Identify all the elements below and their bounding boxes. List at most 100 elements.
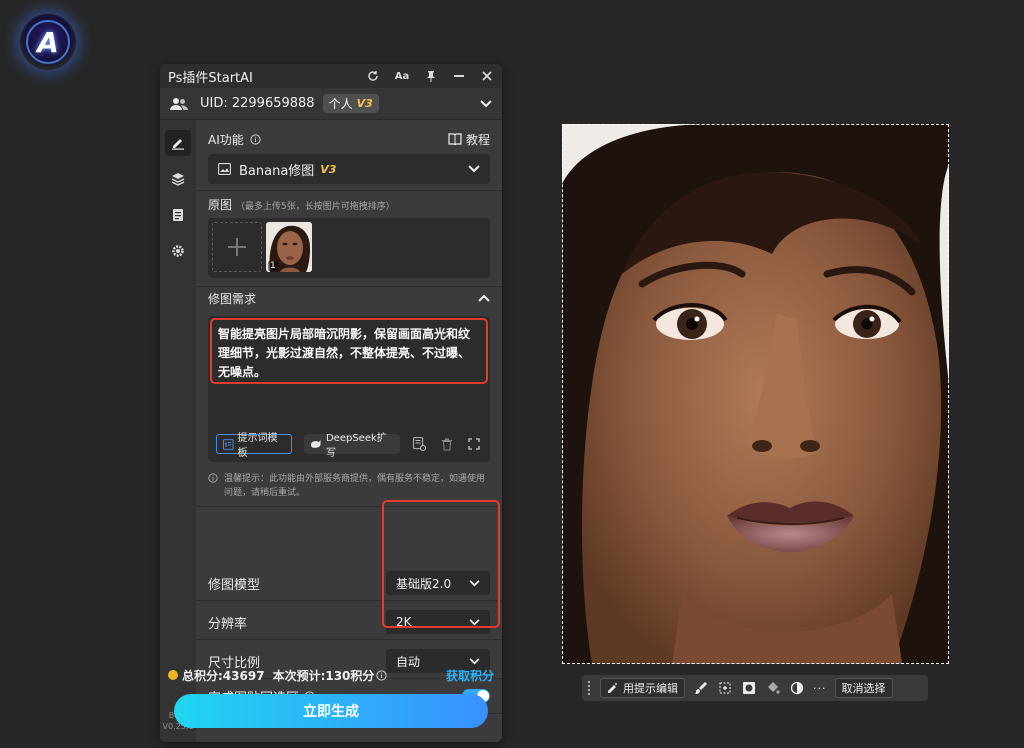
image-icon [218,163,231,175]
notes-icon [173,209,183,221]
image-upload-area: 1 [208,218,490,278]
divider [196,506,502,507]
service-notice: 温馨提示：此功能由外部服务商提供，偶有服务不稳定，如遇使用问题，请稍后重试。 [208,472,490,500]
requirement-textarea[interactable]: 智能提亮图片局部暗沉阴影，保留画面高光和纹理细节，光影过渡自然，不整体提亮、不过… [210,318,488,384]
deepseek-expand-label: DeepSeek扩写 [325,433,387,459]
info-icon [208,473,218,483]
deepseek-expand-button[interactable]: DeepSeek扩写 [304,433,400,459]
mask-icon[interactable] [741,680,757,696]
more-options-icon[interactable]: ··· [813,682,827,695]
magic-pencil-icon [608,682,618,693]
whale-icon [311,440,322,448]
font-size-icon[interactable]: Aa [394,69,410,83]
original-image-label: 原图 [208,198,233,212]
prompt-template-label: 提示词模板 [237,433,278,459]
divider [196,286,502,287]
points-bar: 总积分:43697 本次预计:130积分 获取积分 [160,664,502,686]
model-row: 修图模型 基础版2.0 [208,571,490,595]
ai-function-version: V3 [320,162,337,176]
estimate-points: 本次预计:130积分 [272,668,375,683]
expand-icon[interactable] [467,436,482,452]
divider [196,600,502,601]
gear-icon [172,245,184,257]
panel-sidebar: Beta V0.25.1 [160,120,196,742]
sidebar-item-notes[interactable] [165,202,191,228]
service-notice-text: 温馨提示：此功能由外部服务商提供，偶有服务不稳定，如遇使用问题，请稍后重试。 [224,474,486,498]
total-points: 总积分:43697 [182,668,265,683]
coin-icon [168,670,178,680]
chevron-down-icon [468,165,480,173]
document-canvas[interactable] [562,124,949,664]
thumbnail-index: 1 [268,261,278,271]
info-icon[interactable] [376,669,388,681]
account-bar[interactable]: UID: 2299659888 个人 V3 [160,88,502,120]
resolution-label: 分辨率 [208,616,248,632]
tutorial-link[interactable]: 教程 [448,131,490,148]
tutorial-label: 教程 [465,132,490,147]
portrait-image [562,124,949,664]
ai-function-select[interactable]: Banana修图 V3 [208,154,490,184]
app-logo-glyph: A [37,25,59,59]
template-icon [223,438,234,450]
requirement-header[interactable]: 修图需求 [208,290,490,306]
ai-function-selected: Banana修图 [239,163,315,179]
panel-content: AI功能 教程 Banana修图 V3 原图 （最多上传5张，长按图片可拖拽排序） [196,120,502,742]
edit-with-prompt-label: 用提示编辑 [623,682,678,695]
adjustment-icon[interactable] [789,680,805,696]
delete-icon[interactable] [439,436,454,452]
pencil-icon [172,139,184,150]
plan-badge: 个人 V3 [322,94,379,113]
plus-icon [228,238,246,256]
drag-handle[interactable] [588,681,592,695]
deselect-button[interactable]: 取消选择 [834,678,893,698]
info-icon[interactable] [250,133,261,145]
users-icon [170,97,188,110]
transform-icon[interactable] [717,680,733,696]
original-image-header: 原图 （最多上传5张，长按图片可拖拽排序） [208,196,395,213]
divider [196,639,502,640]
plan-version: V3 [356,97,373,110]
chevron-up-icon[interactable] [478,294,490,302]
layers-icon [171,173,185,186]
image-thumbnail[interactable]: 1 [266,222,312,272]
requirement-tools: 提示词模板 DeepSeek扩写 [216,433,482,459]
fill-bucket-icon[interactable] [765,680,781,696]
brush-icon[interactable] [693,680,709,696]
requirement-editor[interactable]: 智能提亮图片局部暗沉阴影，保留画面高光和纹理细节，光影过渡自然，不整体提亮、不过… [208,316,490,462]
close-icon[interactable] [480,69,494,83]
panel-titlebar: Ps插件StartAI Aa [160,64,502,88]
model-select[interactable]: 基础版2.0 [386,571,490,595]
resolution-select[interactable]: 2K [386,610,490,634]
requirement-label: 修图需求 [208,291,257,306]
original-image-hint: （最多上传5张，长按图片可拖拽排序） [236,202,395,212]
divider [196,190,502,191]
prompt-template-button[interactable]: 提示词模板 [216,433,293,459]
model-value: 基础版2.0 [396,576,452,591]
uid-text: UID: 2299659888 [200,96,315,111]
earn-points-link[interactable]: 获取积分 [446,667,494,684]
contextual-task-bar: 用提示编辑 ··· 取消选择 [582,675,928,701]
history-icon[interactable] [412,436,427,452]
resolution-value: 2K [396,615,412,629]
plan-name: 个人 [328,97,353,111]
ai-function-header: AI功能 教程 [208,130,490,148]
book-icon [448,133,462,145]
add-image-button[interactable] [212,222,262,272]
ai-function-label: AI功能 [208,132,244,147]
generate-button[interactable]: 立即生成 [174,694,488,728]
sidebar-item-layers[interactable] [165,166,191,192]
refresh-icon[interactable] [366,69,380,83]
sidebar-item-edit[interactable] [165,130,191,156]
chevron-down-icon [469,579,480,586]
model-label: 修图模型 [208,577,261,593]
pin-icon[interactable] [424,69,438,83]
resolution-row: 分辨率 2K [208,610,490,634]
plugin-panel: Ps插件StartAI Aa UID: 2299659888 个人 V3 V0.… [160,64,502,742]
sidebar-item-settings[interactable] [165,238,191,264]
minimize-icon[interactable] [452,69,466,83]
chevron-down-icon [469,618,480,625]
app-logo[interactable]: A [20,14,76,70]
edit-with-prompt-button[interactable]: 用提示编辑 [600,678,685,698]
chevron-down-icon[interactable] [480,99,492,108]
panel-title: Ps插件StartAI [168,70,253,86]
